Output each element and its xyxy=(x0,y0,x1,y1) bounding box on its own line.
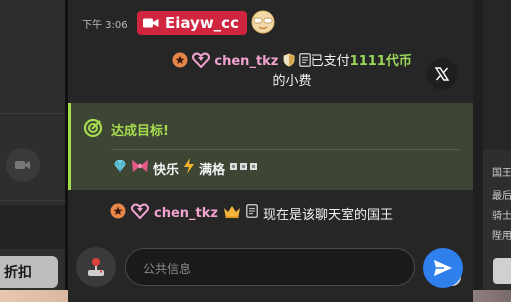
star-badge-icon xyxy=(172,52,188,69)
king-message: chen_tkz 现在是该聊天室的国王 xyxy=(110,203,393,223)
right-text-line: 陛用 xyxy=(492,231,511,242)
tip-text-suffix: 的小费 xyxy=(272,74,312,89)
heart-gem-icon xyxy=(131,203,149,223)
username[interactable]: chen_tkz xyxy=(154,206,218,221)
crown-icon xyxy=(223,205,241,222)
camera-icon[interactable] xyxy=(6,148,40,182)
king-message-text: 现在是该聊天室的国王 xyxy=(262,207,393,223)
right-text-line: 国王 xyxy=(492,168,511,179)
x-logo-icon[interactable] xyxy=(426,58,458,90)
divider xyxy=(111,149,459,150)
right-text-line: 骑士 xyxy=(492,211,511,222)
sunglasses-face-icon xyxy=(250,9,276,39)
right-button[interactable] xyxy=(493,258,511,284)
tip-amount: 1111代币 xyxy=(349,54,412,69)
left-panel: 折扣 xyxy=(0,0,65,302)
input-placeholder: 公共信息 xyxy=(143,262,192,276)
broadcaster-name: Eiayw_cc xyxy=(165,14,239,32)
lightning-icon xyxy=(183,158,195,178)
divider xyxy=(0,200,65,201)
video-camera-icon xyxy=(143,18,159,28)
left-panel-block xyxy=(0,205,65,249)
joystick-icon[interactable] xyxy=(76,247,116,287)
tip-message: chen_tkz 已支付1111代币 的小费 xyxy=(142,52,442,92)
chat-panel: 下午 3:06 Eiayw_cc chen_tkz 已支付1111代币 的小费 … xyxy=(68,0,473,302)
goal-title: 达成目标! xyxy=(111,124,169,139)
send-button[interactable] xyxy=(423,248,463,288)
document-icon xyxy=(245,204,258,222)
discount-button[interactable]: 折扣 xyxy=(0,256,58,288)
message-time: 下午 3:06 xyxy=(82,20,128,31)
public-message-input[interactable]: 公共信息 xyxy=(125,248,461,286)
right-panel-block xyxy=(483,0,511,150)
broadcaster-tag[interactable]: Eiayw_cc xyxy=(137,11,247,35)
heart-gem-icon xyxy=(192,52,211,69)
tip-text-prefix: 已支付 xyxy=(310,54,350,69)
chat-panel-bottom xyxy=(68,290,473,302)
divider xyxy=(473,0,483,302)
goal-items: 快乐 满格 xyxy=(113,158,259,178)
sparkle-icons xyxy=(229,160,259,176)
star-badge-icon xyxy=(110,203,126,223)
right-text-line: 最后 xyxy=(492,191,511,202)
goal-item-b: 满格 xyxy=(199,162,226,178)
username[interactable]: chen_tkz xyxy=(214,54,278,69)
send-icon xyxy=(434,260,452,276)
video-preview-strip xyxy=(0,290,511,302)
divider xyxy=(0,113,65,114)
goal-check-icon xyxy=(83,118,103,142)
goal-reached-card: 达成目标! 快乐 满格 xyxy=(68,103,473,190)
bow-icon xyxy=(131,159,149,177)
right-panel: 国王 最后 骑士 陛用 xyxy=(483,0,511,302)
diamond-icon xyxy=(113,159,127,177)
goal-item-a: 快乐 xyxy=(153,162,180,178)
shield-icon xyxy=(283,53,295,69)
document-icon xyxy=(298,53,311,69)
